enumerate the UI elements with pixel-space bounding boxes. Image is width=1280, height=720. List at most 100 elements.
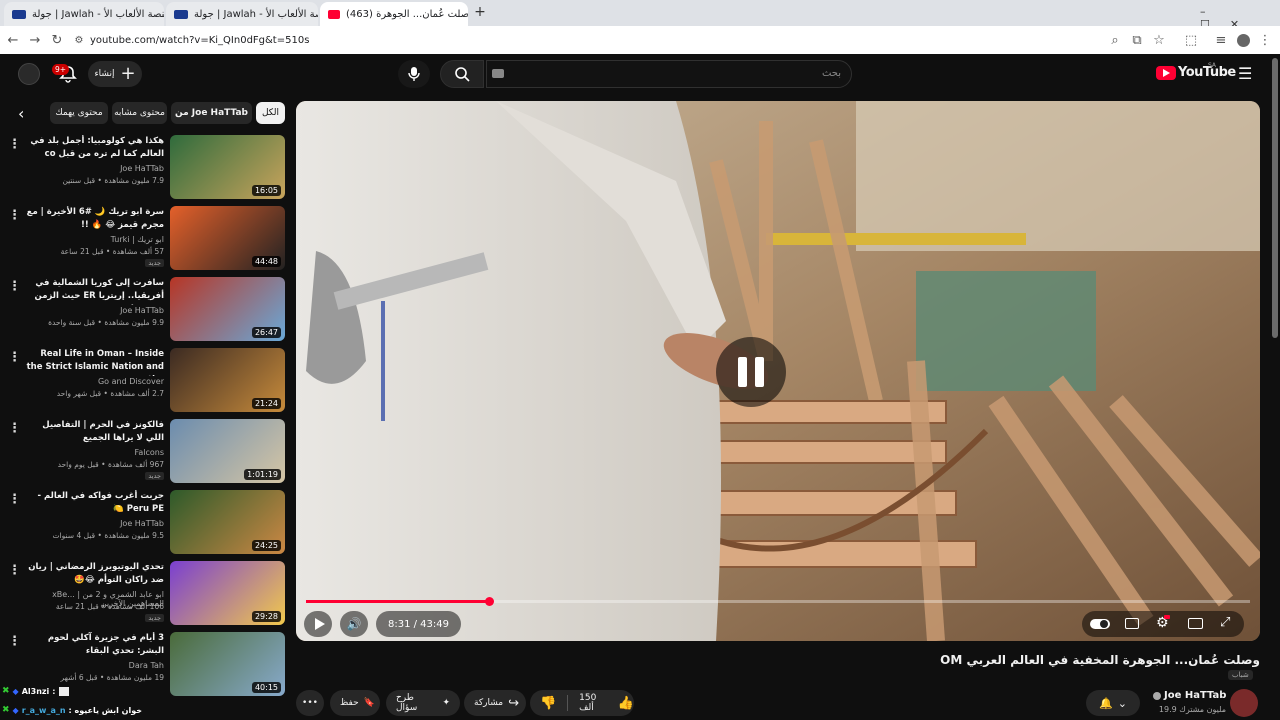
bookmark-star-icon[interactable]: ☆ (1148, 29, 1170, 51)
chat-close-icon[interactable]: ✖ (2, 705, 10, 715)
video-title[interactable]: جربت أغرب فواكه في العالم - Peru PE 🍋 (24, 490, 165, 516)
cast-icon[interactable]: ⧉ (1126, 29, 1148, 51)
like-icon[interactable]: 👍 (618, 696, 634, 711)
channel-name[interactable]: Joe HaTTab (1164, 690, 1226, 701)
browser-tab-active[interactable]: (463) وصلت عُمان... الجوهرة ✕ (320, 2, 468, 26)
save-button[interactable]: حفظ 🔖 (330, 690, 380, 716)
more-options-icon[interactable]: ⋮ (8, 563, 21, 578)
miniplayer-icon[interactable] (1188, 618, 1203, 629)
browser-tab[interactable]: جولة | Jawlah - منصة الألعاب الأ... ✕ (4, 2, 164, 26)
tab-label: جولة | Jawlah - منصة الألعاب الأ... (194, 8, 318, 20)
video-thumbnail[interactable]: 40:15 (170, 632, 285, 696)
video-player[interactable]: 🔊 8:31 / 43:49 ⚙ ⤢ (296, 101, 1260, 641)
channel-name[interactable]: Go and Discover (24, 377, 164, 386)
video-meta: 9.9 مليون مشاهدة • قبل سنة واحدة (48, 318, 164, 327)
video-title[interactable]: هكذا هي كولومبيا: أجمل بلد في العالم كما… (24, 135, 164, 161)
pause-overlay-icon[interactable] (716, 337, 786, 407)
channel-name[interactable]: Joe HaTTab (24, 164, 164, 173)
chip-from-channel[interactable]: من Joe HaTTab (171, 102, 252, 124)
emote-icon (58, 686, 69, 696)
tab-favicon-icon (12, 9, 26, 19)
youtube-logo-text[interactable]: YouTube (1178, 65, 1236, 80)
more-options-icon[interactable]: ⋮ (8, 350, 21, 365)
channel-name[interactable]: Joe HaTTab (24, 519, 164, 528)
like-count[interactable]: 150 ألف (579, 693, 613, 713)
new-tab-icon[interactable]: + (472, 4, 488, 20)
zoom-icon[interactable]: ⌕ (1104, 29, 1126, 51)
channel-name[interactable]: Turki | ابو تريك (24, 235, 164, 244)
video-title[interactable]: سافرت إلى كوريا الشمالية في أفريقيا.. إر… (24, 277, 164, 305)
chat-close-icon[interactable]: ✖ (2, 686, 10, 696)
site-info-icon[interactable]: ⚙ (68, 29, 90, 51)
more-options-icon[interactable]: ⋮ (8, 634, 21, 649)
related-video-item[interactable]: ⋮ 16:05 هكذا هي كولومبيا: أجمل بلد في العا… (0, 135, 290, 205)
keyboard-icon[interactable] (492, 69, 504, 78)
autoplay-toggle[interactable] (1090, 619, 1110, 629)
more-options-icon[interactable]: ⋮ (8, 208, 21, 223)
channel-avatar[interactable] (1230, 689, 1258, 717)
dislike-icon[interactable]: 👎 (530, 696, 556, 711)
browser-menu-icon[interactable]: ⋮ (1254, 29, 1276, 51)
subscribe-notifications-button[interactable]: 🔔 ⌄ (1086, 690, 1140, 716)
page-scrollbar[interactable] (1272, 58, 1278, 338)
search-button[interactable] (440, 60, 484, 88)
profile-avatar-icon[interactable] (1232, 29, 1254, 51)
video-title[interactable]: تحدي اليوتيوبرز الرمضاني | ريان ضد راكان… (24, 561, 164, 587)
forward-icon[interactable]: → (24, 29, 46, 51)
channel-name[interactable]: Dara Tah (24, 661, 164, 670)
more-options-icon[interactable]: ⋮ (8, 137, 21, 152)
voice-search-button[interactable] (398, 60, 430, 88)
chip-all[interactable]: الكل (256, 102, 285, 124)
chip-related[interactable]: محتوى مشابه (112, 102, 167, 124)
related-video-item[interactable]: ⋮ 26:47 سافرت إلى كوريا الشمالية في أفريقي… (0, 277, 290, 347)
url-field[interactable]: youtube.com/watch?v=Ki_QIn0dFg&t=510s (90, 35, 1104, 46)
guide-menu-icon[interactable]: ☰ (1238, 64, 1252, 83)
search-input[interactable]: بحث (486, 60, 852, 88)
video-thumbnail[interactable]: 16:05 (170, 135, 285, 199)
more-options-icon[interactable]: ⋮ (8, 492, 21, 507)
video-title[interactable]: Real Life in Oman – Inside the Strict Is… (24, 348, 164, 376)
reload-icon[interactable]: ↻ (46, 29, 68, 51)
related-video-item[interactable]: ⋮ 21:24 Real Life in Oman – Inside the Str… (0, 348, 290, 418)
ask-button[interactable]: طرح سؤال ✦ (386, 690, 460, 716)
channel-name[interactable]: Joe HaTTab (24, 306, 164, 315)
more-actions-icon[interactable]: ••• (296, 690, 324, 716)
chips-scroll-left-icon[interactable]: ‹ (18, 104, 24, 123)
video-thumbnail[interactable]: 26:47 (170, 277, 285, 341)
account-avatar[interactable] (18, 63, 40, 85)
video-title[interactable]: سرة ابو تريك 🌙 #6 الأخيرة | مع مجرم قيمز… (24, 206, 164, 232)
create-button[interactable]: إنشاء + (88, 61, 142, 87)
media-controls-icon[interactable]: ≡ (1210, 29, 1232, 51)
subtitles-icon[interactable] (1125, 618, 1139, 629)
more-options-icon[interactable]: ⋮ (8, 279, 21, 294)
video-title[interactable]: 3 أيام في جزيرة آكلي لحوم البشر: تحدي ال… (24, 632, 164, 658)
related-video-item[interactable]: ⋮ 1:01:19 فالكونز في الحرم | التفاصيل اللي… (0, 419, 290, 489)
video-thumbnail[interactable]: 24:25 (170, 490, 285, 554)
volume-icon[interactable]: 🔊 (340, 611, 368, 637)
browser-tab[interactable]: جولة | Jawlah - منصة الألعاب الأ... ✕ (166, 2, 318, 26)
extensions-icon[interactable]: ⬚ (1180, 29, 1202, 51)
progress-bar[interactable] (306, 600, 1250, 603)
category-badge[interactable]: شباب (1228, 670, 1253, 680)
video-meta: 106 ألف مشاهدة • قبل 21 ساعة (55, 602, 164, 611)
play-button[interactable] (304, 611, 332, 637)
related-video-item[interactable]: ⋮ 29:28 تحدي اليوتيوبرز الرمضاني | ريان ضد… (0, 561, 290, 631)
video-thumbnail[interactable]: 29:28 (170, 561, 285, 625)
more-options-icon[interactable]: ⋮ (8, 421, 21, 436)
right-controls: ⚙ ⤢ (1082, 611, 1244, 637)
share-button[interactable]: مشاركة ↪ (464, 690, 526, 716)
channel-name[interactable]: Falcons (24, 448, 164, 457)
video-meta: 19 مليون مشاهدة • قبل 6 أشهر (60, 673, 164, 682)
video-thumbnail[interactable]: 44:48 (170, 206, 285, 270)
video-thumbnail[interactable]: 21:24 (170, 348, 285, 412)
related-video-item[interactable]: ⋮ 44:48 سرة ابو تريك 🌙 #6 الأخيرة | مع مجر… (0, 206, 290, 276)
related-video-item[interactable]: ⋮ 24:25 جربت أغرب فواكه في العالم - Peru P… (0, 490, 290, 560)
video-thumbnail[interactable]: 1:01:19 (170, 419, 285, 483)
chat-line: ✖ ◆ r_a_w_a_n خوان ابش ياعيوه : (2, 705, 142, 715)
youtube-logo-icon[interactable] (1156, 66, 1176, 80)
video-title[interactable]: فالكونز في الحرم | التفاصيل اللي لا يراه… (24, 419, 164, 445)
chevron-down-icon: ⌄ (1117, 696, 1127, 710)
chip-for-you[interactable]: محتوى يهمك (50, 102, 108, 124)
fullscreen-icon[interactable]: ⤢ (1220, 615, 1230, 630)
back-icon[interactable]: ← (2, 29, 24, 51)
